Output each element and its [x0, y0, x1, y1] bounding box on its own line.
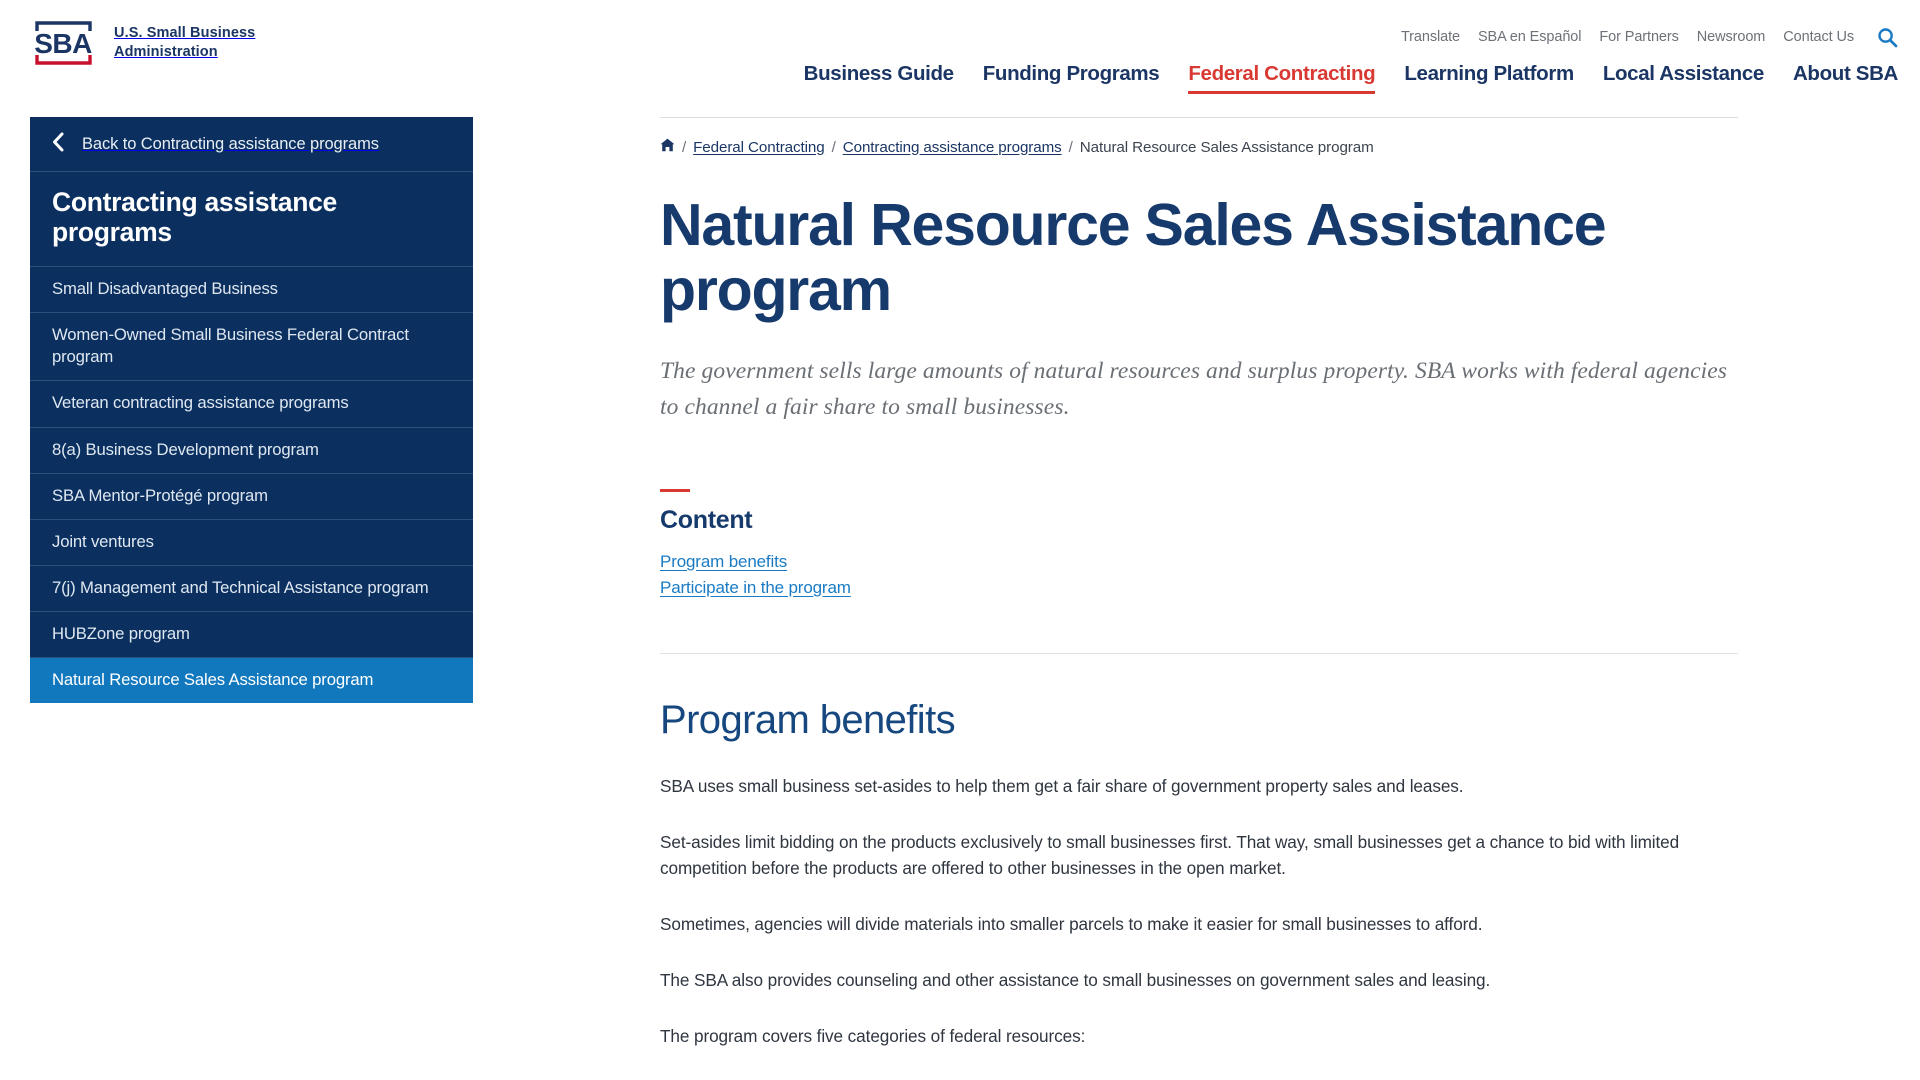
section-paragraph: Set-asides limit bidding on the products… [660, 831, 1680, 878]
sidebar-heading: Contracting assistance programs [30, 172, 473, 268]
utility-nav-item-for-partners[interactable]: For Partners [1599, 29, 1678, 45]
utility-nav-item-contact-us[interactable]: Contact Us [1783, 29, 1854, 45]
page-title: Natural Resource Sales Assistance progra… [660, 192, 1607, 323]
nav-item-learning-platform[interactable]: Learning Platform [1404, 62, 1574, 91]
sba-logo-text: U.S. Small Business Administration [114, 25, 256, 60]
section-heading-program-benefits: Program benefits [660, 697, 956, 742]
content-heading: Content [660, 505, 753, 534]
site-header: SBA U.S. Small Business Administration T… [0, 0, 1920, 118]
section-paragraph: SBA uses small business set-asides to he… [660, 775, 1464, 796]
sba-logo-icon: SBA [27, 18, 101, 68]
breadcrumb-separator-1: / [682, 138, 687, 156]
content-accent-rule [660, 488, 690, 492]
sidebar-item-women-owned-small-business[interactable]: Women-Owned Small Business Federal Contr… [30, 313, 473, 382]
home-icon [660, 138, 675, 156]
nav-item-business-guide[interactable]: Business Guide [804, 62, 954, 91]
sba-logo-link[interactable]: SBA U.S. Small Business Administration [27, 18, 255, 68]
sidebar-item-sba-mentor-protege[interactable]: SBA Mentor-Protégé program [30, 473, 473, 520]
chevron-left-icon [52, 132, 65, 157]
sidebar-item-8a-business-development[interactable]: 8(a) Business Development program [30, 427, 473, 474]
sidebar-item-hubzone-program[interactable]: HUBZone program [30, 611, 473, 658]
breadcrumb-home-link[interactable] [660, 138, 675, 156]
content-link-program-benefits[interactable]: Program benefits [660, 552, 787, 572]
breadcrumb-item-federal-contracting[interactable]: Federal Contracting [693, 139, 825, 156]
utility-nav-item-translate[interactable]: Translate [1401, 29, 1460, 45]
breadcrumb: / Federal Contracting / Contracting assi… [660, 118, 1740, 156]
breadcrumb-item-contracting-assistance-programs[interactable]: Contracting assistance programs [843, 139, 1062, 156]
page-subtitle: The government sells large amounts of na… [660, 357, 1728, 421]
utility-nav-item-sba-en-espanol[interactable]: SBA en Español [1478, 29, 1582, 45]
main-content: / Federal Contracting / Contracting assi… [660, 117, 1740, 1049]
content-link-list: Program benefits Participate in the prog… [660, 552, 1740, 598]
utility-nav: Translate SBA en Español For Partners Ne… [1401, 26, 1898, 48]
section-paragraph: Sometimes, agencies will divide material… [660, 914, 1483, 935]
breadcrumb-item-current: Natural Resource Sales Assistance progra… [1079, 138, 1374, 156]
breadcrumb-separator-3: / [1068, 138, 1073, 156]
nav-item-about-sba[interactable]: About SBA [1793, 62, 1898, 91]
nav-item-local-assistance[interactable]: Local Assistance [1603, 62, 1764, 91]
section-paragraph: The program covers five categories of fe… [660, 1026, 1086, 1047]
search-icon[interactable] [1876, 26, 1898, 48]
sidebar-navigation: Back to Contracting assistance programs … [30, 117, 473, 703]
sidebar-back-label: Back to Contracting assistance programs [82, 134, 379, 153]
sidebar-item-joint-ventures[interactable]: Joint ventures [30, 519, 473, 566]
section-paragraph: The SBA also provides counseling and oth… [660, 970, 1491, 991]
utility-nav-item-newsroom[interactable]: Newsroom [1697, 29, 1766, 45]
sidebar-item-natural-resource-sales-assistance[interactable]: Natural Resource Sales Assistance progra… [30, 657, 473, 703]
breadcrumb-separator-2: / [831, 138, 836, 156]
nav-item-funding-programs[interactable]: Funding Programs [983, 62, 1160, 91]
primary-nav: Business Guide Funding Programs Federal … [804, 62, 1898, 94]
section-divider [660, 652, 1738, 654]
content-link-participate-in-the-program[interactable]: Participate in the program [660, 578, 851, 598]
svg-text:SBA: SBA [34, 28, 92, 59]
sidebar-item-small-disadvantaged-business[interactable]: Small Disadvantaged Business [30, 267, 473, 314]
sidebar-back-link[interactable]: Back to Contracting assistance programs [30, 117, 473, 172]
sidebar-item-7j-management-technical-assistance[interactable]: 7(j) Management and Technical Assistance… [30, 565, 473, 612]
nav-item-federal-contracting[interactable]: Federal Contracting [1188, 62, 1376, 94]
sidebar-item-veteran-contracting[interactable]: Veteran contracting assistance programs [30, 381, 473, 428]
